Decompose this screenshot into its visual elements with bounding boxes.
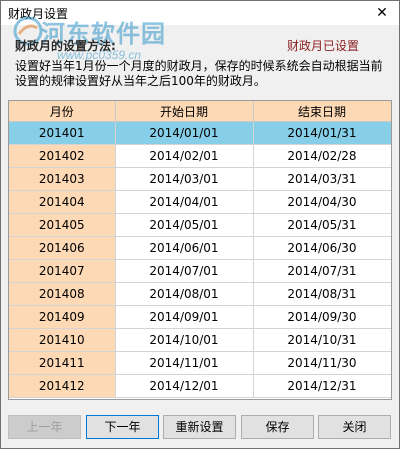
cell-start-date[interactable]: 2014/10/01 — [115, 328, 254, 352]
next-year-button[interactable]: 下一年 — [86, 415, 159, 439]
cell-start-date[interactable]: 2014/03/01 — [115, 167, 254, 191]
fiscal-month-dialog: 财政月设置 ✕ 河东软件园 www.pc0359.cn 财政月的设置方法: 财政… — [0, 0, 400, 449]
cell-end-date[interactable]: 2014/04/30 — [253, 190, 391, 214]
title-bar: 财政月设置 ✕ — [1, 1, 399, 25]
cell-start-date[interactable]: 2014/11/01 — [115, 351, 254, 375]
cell-month[interactable]: 201403 — [9, 167, 116, 191]
cell-start-date[interactable]: 2014/09/01 — [115, 305, 254, 329]
cell-end-date[interactable]: 2014/02/28 — [253, 144, 391, 168]
reset-button[interactable]: 重新设置 — [163, 415, 236, 439]
status-text: 财政月已设置 — [286, 39, 359, 53]
column-header-start-date[interactable]: 开始日期 — [115, 101, 254, 122]
cell-month[interactable]: 201410 — [9, 328, 116, 352]
cell-month[interactable]: 201407 — [9, 259, 116, 283]
table-header-row: 月份 开始日期 结束日期 — [9, 101, 391, 122]
table-row[interactable]: 201401 2014/01/01 2014/01/31 — [9, 121, 391, 145]
cell-month[interactable]: 201405 — [9, 213, 116, 237]
cell-start-date[interactable]: 2014/05/01 — [115, 213, 254, 237]
window-close-button[interactable]: ✕ — [365, 1, 399, 25]
cell-start-date[interactable]: 2014/04/01 — [115, 190, 254, 214]
cell-month[interactable]: 201401 — [9, 121, 116, 145]
cell-month[interactable]: 201409 — [9, 305, 116, 329]
cell-end-date[interactable]: 2014/11/30 — [253, 351, 391, 375]
cell-month[interactable]: 201408 — [9, 282, 116, 306]
cell-start-date[interactable]: 2014/01/01 — [115, 121, 254, 145]
table-row[interactable]: 201403 2014/03/01 2014/03/31 — [9, 167, 391, 191]
cell-month[interactable]: 201402 — [9, 144, 116, 168]
cell-end-date[interactable]: 2014/07/31 — [253, 259, 391, 283]
cell-end-date[interactable]: 2014/12/31 — [253, 374, 391, 398]
table-row[interactable]: 201404 2014/04/01 2014/04/30 — [9, 190, 391, 214]
table-row[interactable]: 201405 2014/05/01 2014/05/31 — [9, 213, 391, 237]
cell-end-date[interactable]: 2014/03/31 — [253, 167, 391, 191]
cell-month[interactable]: 201406 — [9, 236, 116, 260]
close-icon: ✕ — [376, 5, 388, 21]
cell-start-date[interactable]: 2014/06/01 — [115, 236, 254, 260]
cell-start-date[interactable]: 2014/07/01 — [115, 259, 254, 283]
cell-month[interactable]: 201412 — [9, 374, 116, 398]
cell-end-date[interactable]: 2014/10/31 — [253, 328, 391, 352]
setting-method-label: 财政月的设置方法: — [15, 39, 116, 53]
column-header-month[interactable]: 月份 — [9, 101, 116, 122]
table-row[interactable]: 201408 2014/08/01 2014/08/31 — [9, 282, 391, 306]
table-row[interactable]: 201407 2014/07/01 2014/07/31 — [9, 259, 391, 283]
cell-start-date[interactable]: 2014/02/01 — [115, 144, 254, 168]
close-button[interactable]: 关闭 — [318, 415, 391, 439]
table-row[interactable]: 201410 2014/10/01 2014/10/31 — [9, 328, 391, 352]
cell-end-date[interactable]: 2014/01/31 — [253, 121, 391, 145]
window-title: 财政月设置 — [8, 7, 69, 21]
cell-start-date[interactable]: 2014/08/01 — [115, 282, 254, 306]
table-row[interactable]: 201402 2014/02/01 2014/02/28 — [9, 144, 391, 168]
cell-end-date[interactable]: 2014/05/31 — [253, 213, 391, 237]
cell-end-date[interactable]: 2014/06/30 — [253, 236, 391, 260]
cell-month[interactable]: 201404 — [9, 190, 116, 214]
prev-year-button[interactable]: 上一年 — [8, 415, 81, 439]
save-button[interactable]: 保存 — [241, 415, 314, 439]
table-row[interactable]: 201406 2014/06/01 2014/06/30 — [9, 236, 391, 260]
table-row[interactable]: 201409 2014/09/01 2014/09/30 — [9, 305, 391, 329]
description-text: 设置好当年1月份一个月度的财政月，保存的时候系统会自动根据当前设置的规律设置好从… — [15, 59, 383, 88]
table-row[interactable]: 201412 2014/12/01 2014/12/31 — [9, 374, 391, 398]
cell-month[interactable]: 201411 — [9, 351, 116, 375]
table-row[interactable]: 201411 2014/11/01 2014/11/30 — [9, 351, 391, 375]
cell-end-date[interactable]: 2014/08/31 — [253, 282, 391, 306]
column-header-end-date[interactable]: 结束日期 — [253, 101, 391, 122]
fiscal-month-table[interactable]: 月份 开始日期 结束日期 201401 2014/01/01 2014/01/31 2… — [8, 100, 392, 400]
cell-start-date[interactable]: 2014/12/01 — [115, 374, 254, 398]
cell-end-date[interactable]: 2014/09/30 — [253, 305, 391, 329]
